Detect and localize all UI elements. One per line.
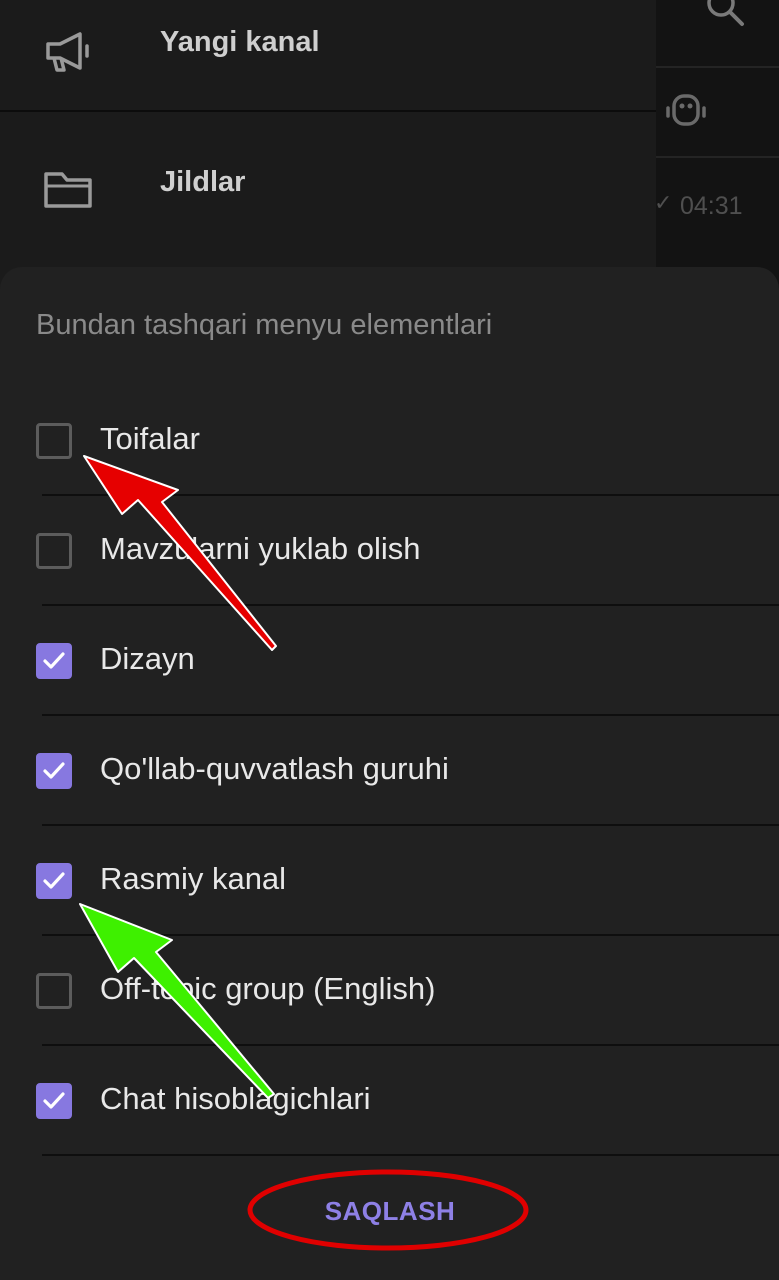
checkbox-unchecked[interactable] [36, 423, 72, 459]
checkbox-checked[interactable] [36, 753, 72, 789]
chat-row-divider [656, 66, 779, 68]
option-row[interactable]: Dizayn [0, 606, 779, 716]
checkbox-checked[interactable] [36, 643, 72, 679]
option-label: Rasmiy kanal [100, 861, 287, 896]
drawer-item-label: Yangi kanal [160, 26, 320, 58]
menu-items-sheet: Bundan tashqari menyu elementlari Toifal… [0, 267, 779, 1280]
option-label: Dizayn [100, 641, 195, 676]
check-icon [43, 652, 65, 669]
option-label: Toifalar [100, 421, 200, 456]
option-divider [42, 1154, 779, 1156]
folder-icon [40, 160, 96, 216]
check-icon [43, 872, 65, 889]
option-label: Mavzularni yuklab olish [100, 531, 421, 566]
option-label: Chat hisoblagichlari [100, 1081, 371, 1116]
drawer-item-label: Jildlar [160, 166, 246, 198]
checkbox-unchecked[interactable] [36, 973, 72, 1009]
check-icon [43, 762, 65, 779]
checkbox-checked[interactable] [36, 1083, 72, 1119]
bot-avatar-icon [664, 88, 708, 137]
sheet-title: Bundan tashqari menyu elementlari [36, 309, 493, 341]
option-label: Off-topic group (English) [100, 971, 436, 1006]
checkbox-unchecked[interactable] [36, 533, 72, 569]
drawer-divider [0, 110, 656, 112]
option-row[interactable]: Off-topic group (English) [0, 936, 779, 1046]
option-row[interactable]: Mavzularni yuklab olish [0, 496, 779, 606]
checkbox-checked[interactable] [36, 863, 72, 899]
screen: Yangi kanal Jildlar ✓ 04:31 Bundan tashq… [0, 0, 779, 1280]
megaphone-icon [40, 22, 96, 78]
save-button[interactable]: SAQLASH [300, 1189, 480, 1233]
drawer-item-new-channel[interactable]: Yangi kanal [0, 0, 656, 110]
check-icon [43, 1092, 65, 1109]
option-row[interactable]: Chat hisoblagichlari [0, 1046, 779, 1156]
option-label: Qo'llab-quvvatlash guruhi [100, 751, 449, 786]
read-check-icon: ✓ [654, 190, 673, 215]
search-icon[interactable] [704, 0, 748, 35]
option-row[interactable]: Rasmiy kanal [0, 826, 779, 936]
chat-time: 04:31 [680, 192, 743, 220]
option-row[interactable]: Qo'llab-quvvatlash guruhi [0, 716, 779, 826]
option-row[interactable]: Toifalar [0, 386, 779, 496]
drawer-item-folders[interactable]: Jildlar [0, 140, 656, 250]
chat-row-divider [656, 156, 779, 158]
